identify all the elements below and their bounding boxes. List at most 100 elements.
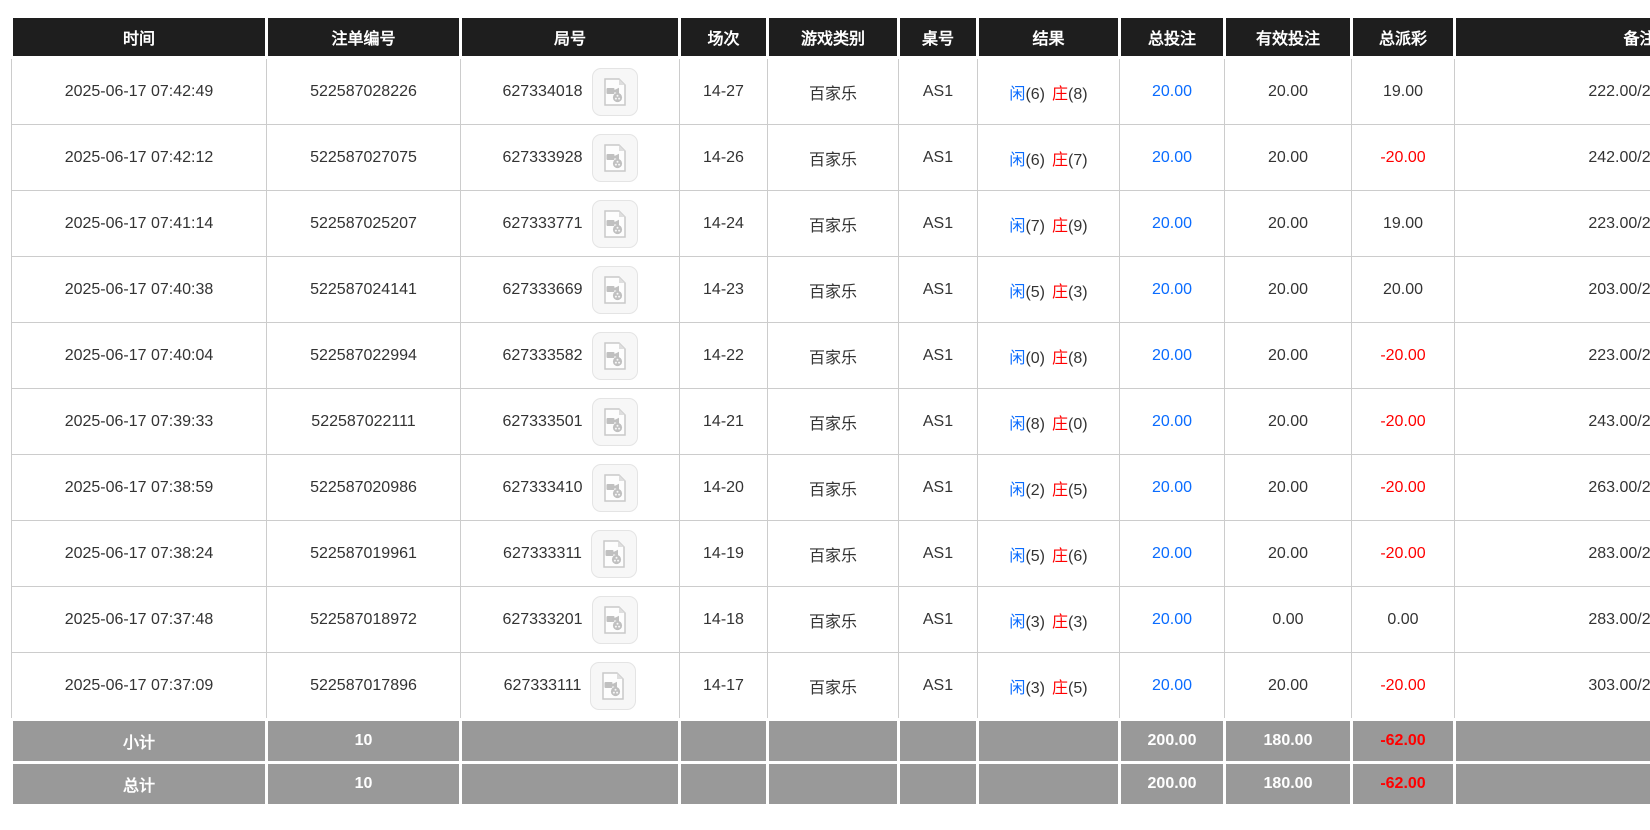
total-label: 总计 <box>12 763 267 806</box>
cell-game-type: 百家乐 <box>768 587 899 653</box>
video-replay-button[interactable] <box>592 68 638 116</box>
cell-time: 2025-06-17 07:40:04 <box>12 323 267 389</box>
cell-session: 14-21 <box>680 389 768 455</box>
cell-valid-bet: 0.00 <box>1225 587 1352 653</box>
cell-round-number: 627333111 <box>461 653 680 720</box>
cell-total-bet: 20.00 <box>1120 653 1225 720</box>
cell-remark: 283.00/263.00 <box>1455 521 1650 587</box>
col-header-round-number: 局号 <box>461 17 680 58</box>
cell-time: 2025-06-17 07:41:14 <box>12 191 267 257</box>
subtotal-empty-result <box>978 720 1120 763</box>
cell-round-number: 627333928 <box>461 125 680 191</box>
subtotal-empty-round <box>461 720 680 763</box>
cell-result: 闲(2)庄(5) <box>978 455 1120 521</box>
subtotal-payout: -62.00 <box>1352 720 1455 763</box>
total-count: 10 <box>267 763 461 806</box>
total-valid-bet: 180.00 <box>1225 763 1352 806</box>
video-replay-button[interactable] <box>592 134 638 182</box>
cell-valid-bet: 20.00 <box>1225 389 1352 455</box>
result-banker-label: 庄 <box>1052 416 1068 433</box>
cell-payout: 0.00 <box>1352 587 1455 653</box>
col-header-game-type: 游戏类别 <box>768 17 899 58</box>
cell-payout: -20.00 <box>1352 125 1455 191</box>
cell-total-bet: 20.00 <box>1120 389 1225 455</box>
bet-records-table: 时间 注单编号 局号 场次 游戏类别 桌号 结果 总投注 有效投注 总派彩 备注… <box>10 15 1650 807</box>
result-banker-points: (9) <box>1068 218 1088 235</box>
total-empty-result <box>978 763 1120 806</box>
video-replay-button[interactable] <box>592 464 638 512</box>
cell-total-bet: 20.00 <box>1120 191 1225 257</box>
result-banker-points: (8) <box>1068 86 1088 103</box>
video-file-replay-icon <box>600 672 626 700</box>
result-banker-label: 庄 <box>1052 152 1068 169</box>
result-player-points: (3) <box>1025 614 1045 631</box>
cell-total-bet: 20.00 <box>1120 323 1225 389</box>
cell-session: 14-19 <box>680 521 768 587</box>
total-empty-session <box>680 763 768 806</box>
round-number-text: 627333501 <box>502 413 582 431</box>
round-number-text: 627333201 <box>502 611 582 629</box>
round-number-text: 627333311 <box>503 545 582 563</box>
cell-round-number: 627333582 <box>461 323 680 389</box>
cell-remark: 223.00/242.00 <box>1455 191 1650 257</box>
cell-payout: -20.00 <box>1352 323 1455 389</box>
cell-valid-bet: 20.00 <box>1225 521 1352 587</box>
cell-total-bet: 20.00 <box>1120 521 1225 587</box>
cell-session: 14-22 <box>680 323 768 389</box>
cell-game-type: 百家乐 <box>768 455 899 521</box>
table-row: 2025-06-17 07:38:59 522587020986 6273334… <box>12 455 1650 521</box>
header-row: 时间 注单编号 局号 场次 游戏类别 桌号 结果 总投注 有效投注 总派彩 备注 <box>12 17 1650 58</box>
video-replay-button[interactable] <box>592 398 638 446</box>
cell-result: 闲(5)庄(3) <box>978 257 1120 323</box>
col-header-bet-number: 注单编号 <box>267 17 461 58</box>
subtotal-count: 10 <box>267 720 461 763</box>
cell-time: 2025-06-17 07:42:49 <box>12 58 267 125</box>
cell-result: 闲(7)庄(9) <box>978 191 1120 257</box>
result-player-points: (6) <box>1025 86 1045 103</box>
table-row: 2025-06-17 07:42:12 522587027075 6273339… <box>12 125 1650 191</box>
result-player-points: (6) <box>1025 152 1045 169</box>
cell-table-number: AS1 <box>899 323 978 389</box>
cell-session: 14-20 <box>680 455 768 521</box>
cell-bet-number: 522587022994 <box>267 323 461 389</box>
cell-time: 2025-06-17 07:38:24 <box>12 521 267 587</box>
cell-remark: 203.00/223.00 <box>1455 257 1650 323</box>
result-banker-label: 庄 <box>1052 680 1068 697</box>
result-banker-points: (5) <box>1068 680 1088 697</box>
cell-table-number: AS1 <box>899 257 978 323</box>
video-replay-button[interactable] <box>590 662 636 710</box>
cell-game-type: 百家乐 <box>768 191 899 257</box>
cell-result: 闲(5)庄(6) <box>978 521 1120 587</box>
col-header-total-bet: 总投注 <box>1120 17 1225 58</box>
result-player-points: (0) <box>1025 350 1045 367</box>
cell-game-type: 百家乐 <box>768 257 899 323</box>
cell-payout: -20.00 <box>1352 653 1455 720</box>
video-replay-button[interactable] <box>592 332 638 380</box>
video-replay-button[interactable] <box>592 200 638 248</box>
cell-valid-bet: 20.00 <box>1225 191 1352 257</box>
cell-result: 闲(8)庄(0) <box>978 389 1120 455</box>
cell-round-number: 627333410 <box>461 455 680 521</box>
cell-result: 闲(0)庄(8) <box>978 323 1120 389</box>
video-replay-button[interactable] <box>592 596 638 644</box>
video-file-replay-icon <box>602 78 628 106</box>
video-replay-button[interactable] <box>591 530 637 578</box>
round-number-text: 627333771 <box>502 215 582 233</box>
video-replay-button[interactable] <box>592 266 638 314</box>
cell-bet-number: 522587025207 <box>267 191 461 257</box>
cell-game-type: 百家乐 <box>768 125 899 191</box>
cell-payout: -20.00 <box>1352 521 1455 587</box>
cell-total-bet: 20.00 <box>1120 58 1225 125</box>
table-row: 2025-06-17 07:39:33 522587022111 6273335… <box>12 389 1650 455</box>
cell-remark: 242.00/222.00 <box>1455 125 1650 191</box>
result-player-label: 闲 <box>1009 548 1025 565</box>
col-header-session: 场次 <box>680 17 768 58</box>
cell-bet-number: 522587022111 <box>267 389 461 455</box>
cell-bet-number: 522587017896 <box>267 653 461 720</box>
cell-remark: 243.00/223.00 <box>1455 389 1650 455</box>
cell-session: 14-23 <box>680 257 768 323</box>
table-row: 2025-06-17 07:40:04 522587022994 6273335… <box>12 323 1650 389</box>
cell-remark: 283.00/283.00 <box>1455 587 1650 653</box>
cell-table-number: AS1 <box>899 653 978 720</box>
subtotal-row: 小计 10 200.00 180.00 -62.00 <box>12 720 1650 763</box>
